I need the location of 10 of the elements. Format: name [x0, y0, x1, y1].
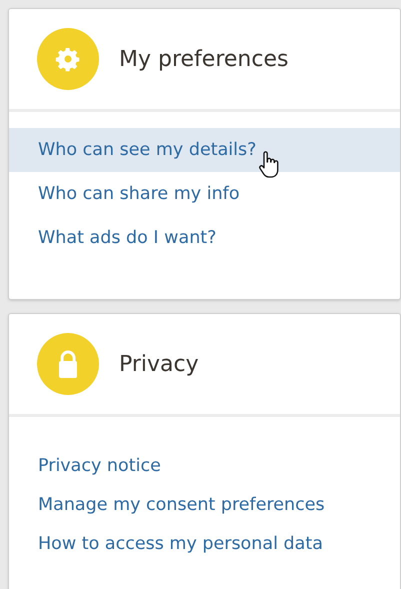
pointer-hand-icon [258, 151, 280, 179]
section-title: My preferences [119, 46, 288, 74]
link[interactable]: Who can share my info [38, 180, 240, 208]
link[interactable]: What ads do I want? [38, 224, 216, 252]
section-title: Privacy [119, 350, 199, 378]
link[interactable]: How to access my personal data [38, 531, 323, 558]
link[interactable]: Manage my consent preferences [38, 492, 325, 519]
lock-icon [56, 349, 80, 379]
link[interactable]: Privacy notice [38, 453, 161, 480]
gear-icon [55, 46, 81, 72]
